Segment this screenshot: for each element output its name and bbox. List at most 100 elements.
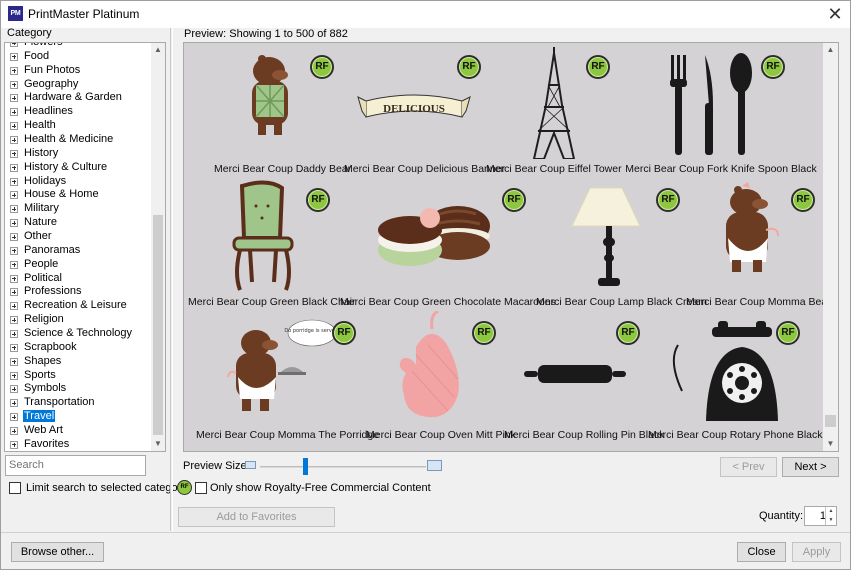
clipart-tile[interactable]: RF Merci Bear Coup Rolling Pin Black: [504, 311, 664, 441]
expand-plus-icon[interactable]: [10, 233, 18, 242]
expand-plus-icon[interactable]: [10, 274, 18, 283]
expand-plus-icon[interactable]: [10, 440, 18, 449]
expand-plus-icon[interactable]: [10, 177, 18, 186]
clipart-tile[interactable]: RF Merci Bear Coup Green Chocolate Macar…: [340, 178, 556, 308]
scroll-down-arrow-icon[interactable]: ▼: [823, 437, 838, 451]
scroll-down-arrow-icon[interactable]: ▼: [151, 437, 165, 451]
expand-plus-icon[interactable]: [10, 343, 18, 352]
category-item[interactable]: House & Home: [5, 188, 152, 202]
expand-plus-icon[interactable]: [10, 66, 18, 75]
prev-button[interactable]: < Prev: [720, 457, 777, 477]
scroll-thumb[interactable]: [825, 415, 836, 427]
clipart-tile[interactable]: RF Merci Bear Coup Eiffel Tower: [486, 45, 622, 175]
category-item[interactable]: Health: [5, 119, 152, 133]
category-item[interactable]: Professions: [5, 285, 152, 299]
clipart-tile[interactable]: DELICIOUS RF Merci Bear Coup Delicious B…: [344, 45, 505, 175]
clipart-tile[interactable]: RF Merci Bear Coup Momma Bear: [686, 178, 831, 308]
clipart-tile[interactable]: RF Merci Bear Coup Green Black Chair: [188, 178, 355, 308]
category-item[interactable]: Sports: [5, 369, 152, 383]
limit-search-checkbox[interactable]: [9, 482, 21, 495]
category-item[interactable]: Flowers: [5, 43, 152, 50]
category-list[interactable]: Flowers Food Fun Photos Geography Hardware &…: [4, 42, 166, 452]
category-item[interactable]: History & Culture: [5, 161, 152, 175]
expand-plus-icon[interactable]: [10, 385, 18, 394]
scroll-up-arrow-icon[interactable]: ▲: [151, 43, 165, 57]
category-item[interactable]: Transportation: [5, 396, 152, 410]
expand-plus-icon[interactable]: [10, 43, 18, 47]
expand-plus-icon[interactable]: [10, 399, 18, 408]
category-item[interactable]: Scrapbook: [5, 341, 152, 355]
category-item[interactable]: Other: [5, 230, 152, 244]
expand-plus-icon[interactable]: [10, 149, 18, 158]
expand-plus-icon[interactable]: [10, 94, 18, 103]
category-item[interactable]: Fun Photos: [5, 64, 152, 78]
expand-plus-icon[interactable]: [10, 413, 18, 422]
rf-filter-option[interactable]: Only show Royalty-Free Commercial Conten…: [195, 482, 431, 495]
expand-plus-icon[interactable]: [10, 260, 18, 269]
clipart-tile[interactable]: RF Merci Bear Coup Oven Mitt Pink: [366, 311, 516, 441]
quantity-spin-buttons[interactable]: ▲ ▼: [825, 507, 836, 525]
quantity-value[interactable]: 1: [808, 510, 826, 522]
close-button[interactable]: Close: [737, 542, 786, 562]
preview-size-slider[interactable]: [260, 466, 426, 468]
clipart-tile[interactable]: Do porridge is served. RF Merci Bear Cou…: [196, 311, 379, 441]
category-item[interactable]: History: [5, 147, 152, 161]
increment-arrow-icon[interactable]: ▲: [826, 507, 836, 516]
category-item[interactable]: Food: [5, 50, 152, 64]
clipart-tile[interactable]: RF Merci Bear Coup Lamp Black Cream: [536, 178, 707, 308]
expand-plus-icon[interactable]: [10, 330, 18, 339]
expand-plus-icon[interactable]: [10, 288, 18, 297]
category-item[interactable]: Political: [5, 272, 152, 286]
next-button[interactable]: Next >: [782, 457, 839, 477]
expand-plus-icon[interactable]: [10, 205, 18, 214]
expand-plus-icon[interactable]: [10, 371, 18, 380]
category-item[interactable]: Science & Technology: [5, 327, 152, 341]
category-item[interactable]: Religion: [5, 313, 152, 327]
expand-plus-icon[interactable]: [10, 219, 18, 228]
expand-plus-icon[interactable]: [10, 122, 18, 131]
preview-scrollbar[interactable]: ▲ ▼: [823, 43, 838, 451]
expand-plus-icon[interactable]: [10, 80, 18, 89]
clipart-tile[interactable]: RF Merci Bear Coup Fork Knife Spoon Blac…: [621, 45, 821, 175]
category-item[interactable]: Favorites: [5, 438, 152, 451]
category-item[interactable]: Panoramas: [5, 244, 152, 258]
apply-button[interactable]: Apply: [792, 542, 841, 562]
category-item[interactable]: Nature: [5, 216, 152, 230]
expand-plus-icon[interactable]: [10, 191, 18, 200]
expand-plus-icon[interactable]: [10, 427, 18, 436]
expand-plus-icon[interactable]: [10, 246, 18, 255]
category-item[interactable]: Headlines: [5, 105, 152, 119]
category-item[interactable]: Symbols: [5, 382, 152, 396]
expand-plus-icon[interactable]: [10, 357, 18, 366]
search-field[interactable]: [5, 455, 146, 476]
add-to-favorites-button[interactable]: Add to Favorites: [178, 507, 335, 527]
category-scrollbar[interactable]: ▲ ▼: [151, 43, 165, 451]
category-item[interactable]: Holidays: [5, 175, 152, 189]
scroll-thumb[interactable]: [153, 215, 163, 435]
quantity-stepper[interactable]: 1 ▲ ▼: [804, 506, 837, 526]
scroll-up-arrow-icon[interactable]: ▲: [823, 43, 838, 57]
search-input[interactable]: [9, 459, 142, 471]
category-item[interactable]: People: [5, 258, 152, 272]
close-window-button[interactable]: ✕: [824, 3, 846, 25]
preview-size-slider-thumb[interactable]: [303, 458, 308, 475]
panel-divider[interactable]: [170, 28, 173, 531]
category-item[interactable]: Military: [5, 202, 152, 216]
category-item[interactable]: Hardware & Garden: [5, 91, 152, 105]
category-item[interactable]: Health & Medicine: [5, 133, 152, 147]
clipart-tile[interactable]: RF Merci Bear Coup Daddy Bear: [214, 45, 351, 175]
clipart-tile[interactable]: RF Merci Bear Coup Rotary Phone Black: [648, 311, 823, 441]
expand-plus-icon[interactable]: [10, 52, 18, 61]
expand-plus-icon[interactable]: [10, 316, 18, 325]
category-item[interactable]: Travel: [5, 410, 152, 424]
expand-plus-icon[interactable]: [10, 108, 18, 117]
rf-filter-checkbox[interactable]: [195, 482, 207, 495]
category-item[interactable]: Shapes: [5, 355, 152, 369]
expand-plus-icon[interactable]: [10, 136, 18, 145]
limit-search-option[interactable]: Limit search to selected category: [9, 482, 187, 496]
expand-plus-icon[interactable]: [10, 302, 18, 311]
category-item[interactable]: Recreation & Leisure: [5, 299, 152, 313]
expand-plus-icon[interactable]: [10, 163, 18, 172]
browse-other-button[interactable]: Browse other...: [11, 542, 104, 562]
category-item[interactable]: Geography: [5, 78, 152, 92]
